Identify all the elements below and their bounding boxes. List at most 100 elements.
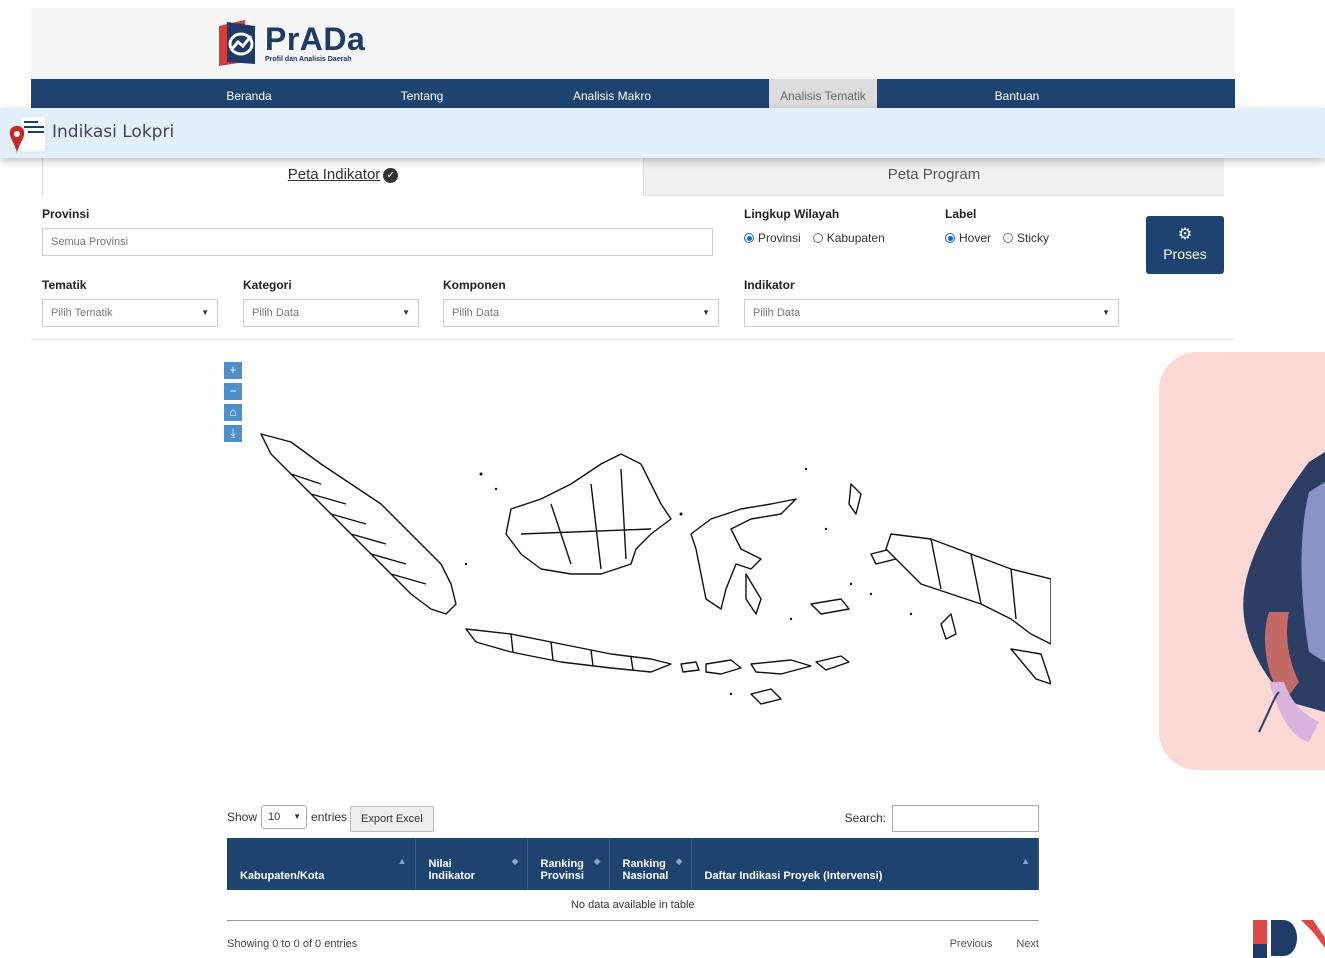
empty-message: No data available in table: [227, 890, 1039, 921]
zoom-out-button[interactable]: −: [224, 383, 242, 400]
filter-divider: [31, 339, 1235, 340]
length-control: Show 10 ▼ entries: [227, 804, 347, 830]
sort-icon: ◆: [675, 856, 683, 866]
data-table: Kabupaten/Kota ▲ Nilai Indikator ◆ Ranking P…: [227, 838, 1039, 921]
decorative-illustration: [1159, 352, 1325, 770]
map-region-kalimantan: [505, 453, 672, 575]
radio-hover[interactable]: Hover: [945, 231, 991, 245]
label-label: Label: [945, 207, 977, 221]
col-header-text: Ranking: [622, 858, 666, 870]
sort-icon: ▲: [1021, 856, 1030, 866]
sort-icon: ◆: [593, 856, 601, 866]
home-icon[interactable]: ⌂: [224, 404, 242, 421]
lingkup-wilayah-radios: Provinsi Kabupaten: [744, 231, 897, 245]
location-list-icon: [8, 112, 50, 158]
prada-logo-icon: [215, 18, 259, 68]
tab-peta-indikator-label: Peta Indikator: [287, 166, 381, 183]
col-header-text: Indikator: [428, 870, 475, 882]
col-header-text: Kabupaten/Kota: [240, 870, 325, 882]
chevron-down-icon: ▼: [293, 812, 302, 821]
site-header: PrADa Profil dan Analisis Daerah: [31, 8, 1235, 79]
page-title: Indikasi Lokpri: [52, 122, 175, 142]
label-radios: Hover Sticky: [945, 231, 1061, 245]
komponen-value: Pilih Data: [452, 307, 500, 319]
komponen-label: Komponen: [443, 278, 506, 292]
map-region-sumatra: [260, 433, 457, 615]
col-nilai-indikator[interactable]: Nilai Indikator ◆: [415, 838, 528, 890]
tab-peta-indikator[interactable]: Peta Indikator ✓: [42, 158, 644, 196]
table-info: Showing 0 to 0 of 0 entries: [227, 938, 358, 950]
col-ranking-nasional[interactable]: Ranking Nasional ◆: [609, 838, 692, 890]
caret-down-icon: ▼: [1102, 308, 1110, 317]
nav-analisis-tematik[interactable]: Analisis Tematik: [769, 79, 877, 108]
indikator-select[interactable]: Pilih Data ▼: [744, 299, 1119, 327]
col-header-text: Daftar Indikasi Proyek (Intervensi): [704, 870, 883, 882]
radio-kabupaten[interactable]: Kabupaten: [812, 231, 885, 245]
main-content: Peta Indikator✓ Peta Program Provinsi Li…: [31, 158, 1235, 958]
sort-icon: ▲: [397, 856, 407, 866]
caret-down-icon: ▼: [402, 308, 410, 317]
radio-sticky[interactable]: Sticky: [1003, 231, 1049, 245]
nav-bantuan[interactable]: Bantuan: [931, 79, 1103, 108]
kategori-select[interactable]: Pilih Data ▼: [243, 299, 419, 327]
tab-peta-program[interactable]: Peta Program: [644, 158, 1224, 196]
radio-kabupaten-label: Kabupaten: [826, 231, 885, 245]
zoom-in-button[interactable]: +: [224, 362, 242, 379]
col-header-text: Ranking: [540, 858, 584, 870]
check-circle-icon: ✓: [383, 167, 399, 183]
pagination: Previous Next: [926, 938, 1039, 950]
datatable-controls: Show 10 ▼ entries Export Excel Search:: [227, 804, 1039, 832]
map-region-sulawesi: [690, 498, 797, 610]
map-toolbar: + − ⌂ ⤓: [224, 362, 242, 446]
brand-title: PrADa: [265, 21, 366, 57]
caret-down-icon: ▼: [201, 308, 209, 317]
nav-analisis-makro[interactable]: Analisis Makro: [517, 79, 707, 108]
radio-dot: [1003, 233, 1014, 243]
gears-icon: ⚙: [1177, 226, 1193, 243]
download-icon[interactable]: ⤓: [224, 425, 242, 442]
table-search: Search:: [845, 804, 1039, 832]
radio-hover-label: Hover: [959, 231, 992, 245]
col-daftar-indikasi-proyek[interactable]: Daftar Indikasi Proyek (Intervensi) ▲: [691, 838, 1039, 890]
nav-tentang[interactable]: Tentang: [336, 79, 508, 108]
radio-dot: [945, 233, 955, 243]
radio-provinsi[interactable]: Provinsi: [744, 231, 801, 245]
tematik-value: Pilih Tematik: [51, 307, 113, 319]
tematik-select[interactable]: Pilih Tematik ▼: [42, 299, 218, 327]
export-excel-button[interactable]: Export Excel: [350, 806, 434, 832]
next-button[interactable]: Next: [1016, 938, 1039, 950]
col-header-text: Nasional: [622, 870, 669, 882]
indikator-label: Indikator: [744, 278, 795, 292]
provinsi-label: Provinsi: [42, 207, 90, 221]
tematik-label: Tematik: [42, 278, 87, 292]
main-navbar: Beranda Tentang Analisis Makro Analisis …: [31, 79, 1235, 108]
previous-button[interactable]: Previous: [950, 938, 993, 950]
komponen-select[interactable]: Pilih Data ▼: [443, 299, 719, 327]
nav-beranda[interactable]: Beranda: [161, 79, 337, 108]
table-row: No data available in table: [227, 890, 1039, 921]
provinsi-input[interactable]: [42, 228, 713, 256]
kategori-value: Pilih Data: [252, 307, 300, 319]
radio-sticky-label: Sticky: [1017, 231, 1050, 245]
corner-logo-icon: [1253, 918, 1325, 958]
kategori-label: Kategori: [243, 278, 292, 292]
page-banner: Indikasi Lokpri: [0, 108, 1325, 158]
search-input[interactable]: [892, 804, 1039, 832]
lingkup-wilayah-label: Lingkup Wilayah: [744, 207, 840, 221]
radio-dot: [744, 233, 754, 243]
search-label: Search:: [844, 811, 886, 825]
map-region-java: [465, 628, 672, 673]
entries-value: 10: [268, 811, 281, 823]
indikator-value: Pilih Data: [753, 307, 801, 319]
col-ranking-provinsi[interactable]: Ranking Provinsi ◆: [527, 838, 610, 890]
col-header-text: Provinsi: [540, 870, 584, 882]
col-header-text: Nilai: [428, 858, 452, 870]
radio-provinsi-label: Provinsi: [758, 231, 801, 245]
site-logo[interactable]: PrADa Profil dan Analisis Daerah: [215, 18, 365, 68]
proses-button[interactable]: ⚙ Proses: [1146, 216, 1224, 274]
radio-dot: [812, 233, 823, 243]
indonesia-map[interactable]: [251, 424, 1051, 724]
entries-select[interactable]: 10 ▼: [261, 805, 308, 829]
col-kabupaten-kota[interactable]: Kabupaten/Kota ▲: [227, 838, 416, 890]
show-label: Show: [227, 810, 258, 824]
